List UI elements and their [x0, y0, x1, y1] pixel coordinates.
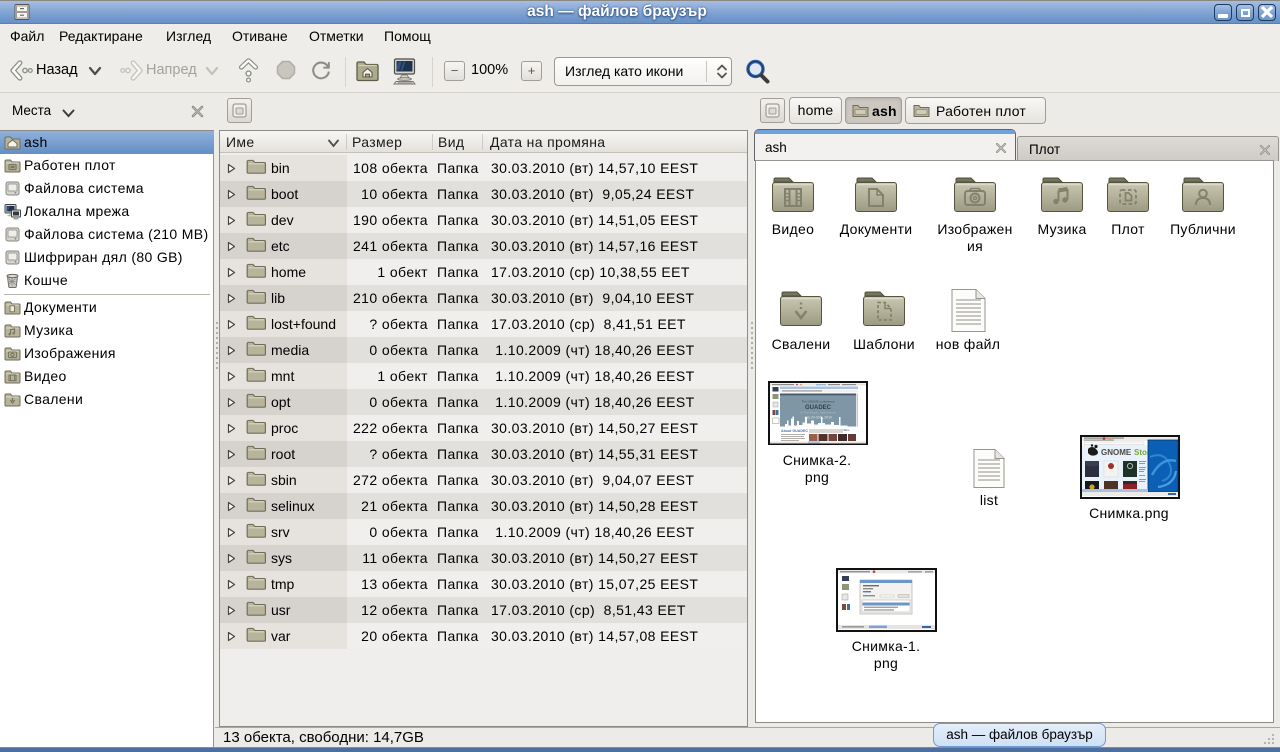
svg-text:here: here	[844, 428, 850, 432]
svg-text:July 24-30th, 2010: July 24-30th, 2010	[804, 416, 832, 420]
svg-text:GNOME: GNOME	[1101, 448, 1132, 457]
svg-text:The GNOME conference: The GNOME conference	[801, 400, 834, 404]
svg-text:in The Hague, Netherlands: in The Hague, Netherlands	[800, 411, 836, 415]
svg-text:About GUADEC: About GUADEC	[781, 429, 808, 433]
